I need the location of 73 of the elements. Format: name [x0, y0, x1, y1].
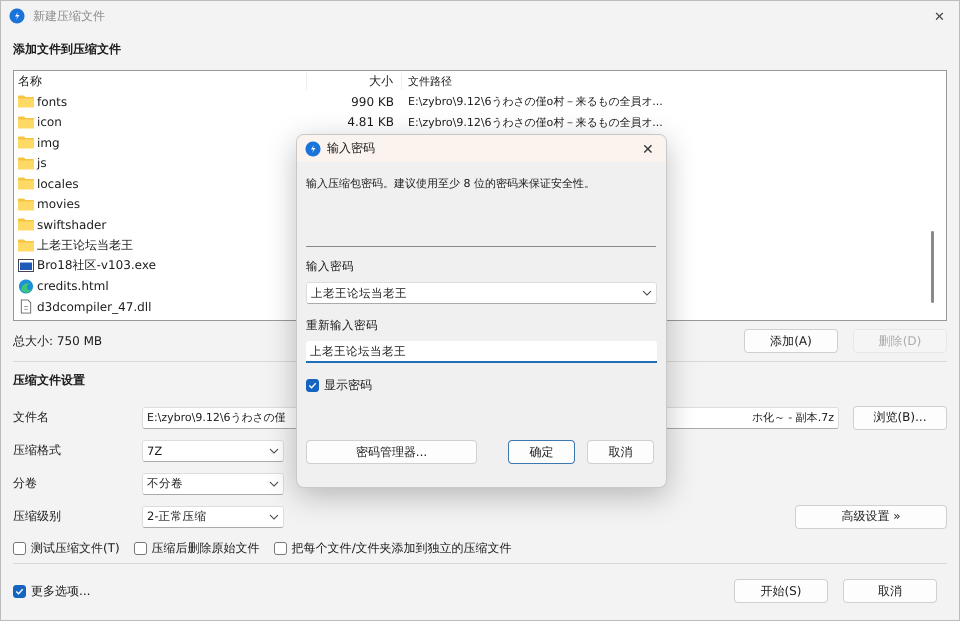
field-label: 压缩级别 — [13, 508, 62, 525]
folder-icon — [18, 114, 34, 130]
file-name[interactable]: js — [37, 156, 47, 170]
application-window-icon — [18, 258, 34, 274]
checkbox-label: 压缩后删除原始文件 — [152, 540, 260, 556]
chevron-icon — [269, 514, 279, 520]
chevron-icon — [642, 290, 652, 296]
scrollbar[interactable] — [931, 231, 934, 303]
dialog-button[interactable]: 密码管理器... — [306, 440, 477, 464]
advanced-settings-button[interactable]: 高级设置 » — [795, 504, 947, 528]
app-logo-icon — [305, 140, 321, 156]
checkbox-label: 更多选项... — [31, 582, 90, 600]
folder-icon — [18, 135, 34, 150]
file-path: E:\zybro\9.12\6うわさの僅o村－来るもの全員オ... — [407, 94, 664, 110]
dropdown[interactable]: 2-正常压缩 — [142, 506, 284, 528]
checkbox-label: 显示密码 — [324, 377, 372, 394]
file-size: 990 KB — [350, 94, 395, 109]
dialog-title: 输入密码 — [327, 140, 375, 157]
total-size: 总大小: 750 MB — [13, 332, 102, 350]
close-button[interactable]: ✕ — [928, 6, 951, 26]
window-title: 新建压缩文件 — [33, 8, 105, 24]
checkbox[interactable] — [13, 584, 26, 598]
field-label: 分卷 — [13, 475, 38, 492]
file-name[interactable]: swiftshader — [37, 218, 106, 232]
folder-icon — [18, 238, 34, 253]
column-header[interactable]: 名称 — [18, 72, 306, 90]
checkbox[interactable] — [13, 542, 26, 554]
folder-icon — [18, 94, 34, 110]
file-name[interactable]: img — [37, 136, 60, 150]
file-name[interactable]: movies — [37, 197, 80, 212]
browser-icon — [18, 278, 34, 294]
file-name[interactable]: Bro18社区-v103.exe — [37, 257, 156, 274]
browse-button[interactable]: 浏览(B)... — [853, 406, 947, 430]
app-logo-icon — [9, 8, 25, 24]
folder-icon — [18, 196, 34, 212]
footer-button[interactable]: 取消 — [843, 579, 937, 603]
folder-icon — [18, 176, 34, 192]
password-field[interactable]: 上老王论坛当老王 — [306, 341, 657, 363]
field-label: 输入密码 — [306, 259, 355, 274]
field-label: 压缩格式 — [13, 442, 62, 459]
file-icon — [18, 299, 34, 314]
dialog-button[interactable]: 取消 — [587, 440, 654, 464]
file-name[interactable]: d3dcompiler_47.dll — [37, 300, 152, 314]
footer-button[interactable]: 开始(S) — [734, 579, 828, 603]
dropdown[interactable]: 7Z — [142, 440, 284, 462]
file-name[interactable]: locales — [37, 176, 79, 191]
folder-icon — [18, 217, 34, 232]
checkbox[interactable] — [306, 379, 319, 392]
chevron-icon — [269, 448, 279, 454]
column-header[interactable]: 大小 — [306, 72, 402, 90]
file-name[interactable]: icon — [37, 115, 62, 130]
folder-icon — [18, 156, 34, 171]
field-label: 文件名 — [13, 409, 50, 426]
checkbox-label: 测试压缩文件(T) — [31, 540, 120, 556]
section-heading: 压缩文件设置 — [13, 372, 85, 389]
dialog-message: 输入压缩包密码。建议使用至少 8 位的密码来保证安全性。 — [306, 176, 596, 192]
file-name[interactable]: fonts — [37, 94, 68, 109]
section-heading: 添加文件到压缩文件 — [13, 41, 121, 58]
file-path: E:\zybro\9.12\6うわさの僅o村－来るもの全員オ... — [407, 114, 664, 130]
close-button[interactable]: ✕ — [638, 140, 658, 156]
list-button[interactable]: 添加(A) — [744, 329, 838, 353]
file-name[interactable]: credits.html — [37, 279, 109, 294]
dropdown[interactable]: 不分卷 — [142, 472, 284, 494]
password-dropdown[interactable]: 上老王论坛当老王 — [306, 282, 657, 304]
file-name[interactable]: 上老王论坛当老王 — [37, 236, 133, 254]
field-label: 重新输入密码 — [306, 318, 379, 333]
checkbox[interactable] — [134, 542, 147, 554]
checkbox-label: 把每个文件/文件夹添加到独立的压缩文件 — [292, 540, 512, 556]
dialog-button[interactable]: 确定 — [508, 440, 575, 464]
column-header[interactable]: 文件路径 — [402, 74, 698, 89]
checkbox[interactable] — [274, 542, 287, 554]
file-size: 4.81 KB — [346, 115, 395, 130]
chevron-icon — [269, 480, 279, 486]
